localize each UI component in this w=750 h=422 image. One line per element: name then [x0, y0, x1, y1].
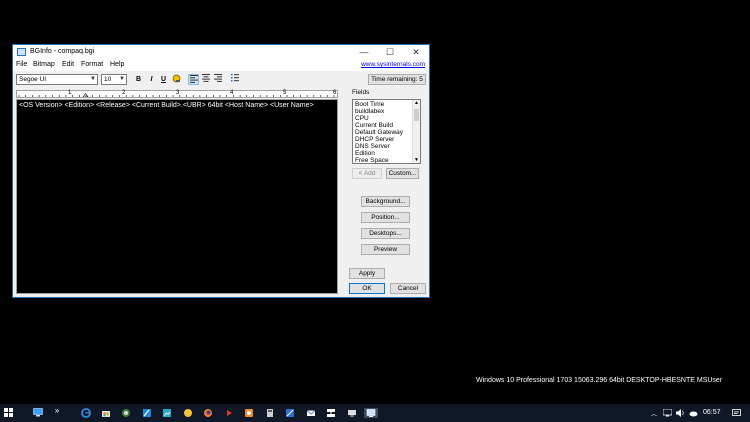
scroll-up-icon[interactable]: ▲ — [413, 100, 420, 106]
network-icon[interactable] — [662, 408, 673, 419]
font-select[interactable]: Segoe UI ▼ — [16, 74, 98, 85]
bullets-button[interactable] — [229, 74, 240, 85]
sysinternals-link[interactable]: www.sysinternals.com — [361, 61, 425, 68]
bullet-list-icon — [230, 74, 239, 82]
list-item[interactable]: Free Space — [355, 157, 389, 164]
firefox-icon[interactable] — [203, 408, 213, 418]
clock[interactable]: 06:57 — [703, 409, 721, 416]
format-toolbar: Segoe UI ▼ 10 ▼ B I U Time remaining: 5 — [13, 72, 429, 88]
mail-icon[interactable] — [306, 408, 316, 418]
fields-scrollbar[interactable]: ▲ ▼ — [412, 100, 420, 163]
network-tool-icon[interactable] — [326, 408, 336, 418]
editor-text[interactable]: <OS Version> <Edition> <Release> <Curren… — [19, 102, 314, 109]
list-item[interactable]: DHCP Server — [355, 136, 394, 143]
indent-marker-icon — [82, 92, 89, 97]
menu-bitmap[interactable]: Bitmap — [33, 61, 55, 68]
ok-button[interactable]: OK — [349, 283, 385, 294]
maximize-button[interactable]: ☐ — [377, 45, 403, 60]
window-title: BGInfo - compaq.bgi — [30, 48, 95, 55]
list-item[interactable]: Boot Time — [355, 101, 384, 108]
time-remaining-button[interactable]: Time remaining: 5 — [368, 74, 426, 85]
start-button[interactable] — [4, 408, 14, 418]
list-item[interactable]: Edition — [355, 150, 375, 157]
fields-list[interactable]: Boot Time buildlabex CPU Current Build D… — [352, 99, 421, 164]
ruler-mark: 4 — [230, 90, 234, 96]
title-bar[interactable]: BGInfo - compaq.bgi — ☐ ✕ — [13, 45, 429, 60]
align-center-icon — [201, 74, 210, 82]
fields-label: Fields — [352, 89, 370, 96]
toolbar-chevron-icon[interactable]: » — [52, 406, 62, 416]
list-item[interactable]: Default Gateway — [355, 129, 403, 136]
menu-format[interactable]: Format — [81, 61, 103, 68]
ruler-mark: 5 — [283, 90, 287, 96]
settings-app-icon[interactable] — [121, 408, 131, 418]
cancel-button[interactable]: Cancel — [390, 283, 426, 294]
photos-icon[interactable] — [162, 408, 172, 418]
volume-icon[interactable] — [676, 409, 685, 419]
action-center-icon[interactable] — [732, 409, 741, 419]
list-item[interactable]: buildlabex — [355, 108, 384, 115]
show-hidden-icons-icon[interactable]: ︿ — [651, 409, 657, 418]
add-field-button[interactable]: < Add — [352, 168, 382, 179]
bginfo-app-icon — [17, 48, 26, 56]
font-size-value: 10 — [104, 76, 112, 83]
chevron-down-icon: ▼ — [119, 76, 125, 82]
preview-button[interactable]: Preview — [361, 244, 410, 255]
maps-icon[interactable] — [142, 408, 152, 418]
minimize-button[interactable]: — — [351, 45, 377, 60]
ruler-mark: 3 — [176, 90, 180, 96]
scroll-down-icon[interactable]: ▼ — [413, 157, 420, 163]
bginfo-window: BGInfo - compaq.bgi — ☐ ✕ File Bitmap Ed… — [12, 44, 430, 298]
list-item[interactable]: DNS Server — [355, 143, 390, 150]
media-player-icon[interactable] — [224, 408, 234, 418]
menu-edit[interactable]: Edit — [62, 61, 74, 68]
insert-image-button[interactable] — [171, 74, 182, 85]
list-item[interactable]: Current Build — [355, 122, 393, 129]
position-button[interactable]: Position... — [361, 212, 410, 223]
template-editor[interactable]: <OS Version> <Edition> <Release> <Curren… — [16, 99, 338, 294]
underline-button[interactable]: U — [158, 74, 169, 85]
store-icon[interactable] — [101, 408, 111, 418]
close-button[interactable]: ✕ — [403, 45, 429, 60]
ruler-mark: 6 — [333, 90, 337, 96]
align-right-button[interactable] — [212, 74, 223, 85]
image-icon — [172, 74, 181, 83]
desktop-toolbar-icon[interactable] — [33, 408, 43, 418]
bold-button[interactable]: B — [133, 74, 144, 85]
apply-button[interactable]: Apply — [349, 268, 385, 279]
bginfo-taskbar-icon[interactable] — [364, 408, 378, 418]
edge-icon[interactable] — [81, 408, 91, 418]
calculator-icon[interactable] — [265, 408, 275, 418]
italic-button[interactable]: I — [146, 74, 157, 85]
onedrive-icon[interactable] — [689, 409, 698, 419]
explorer-app-icon[interactable] — [285, 408, 295, 418]
desktops-button[interactable]: Desktops... — [361, 228, 410, 239]
font-select-value: Segoe UI — [19, 76, 47, 83]
menu-bar: File Bitmap Edit Format Help www.sysinte… — [13, 60, 429, 71]
menu-file[interactable]: File — [16, 61, 27, 68]
custom-button[interactable]: Custom... — [386, 168, 419, 179]
desktop-system-info: Windows 10 Professional 1703 15063.296 6… — [476, 377, 723, 384]
sticky-notes-icon[interactable] — [183, 408, 193, 418]
align-center-button[interactable] — [200, 74, 211, 85]
font-size-select[interactable]: 10 ▼ — [101, 74, 127, 85]
background-button[interactable]: Background... — [361, 196, 410, 207]
ruler-mark: 1 — [68, 90, 72, 96]
scrollbar-thumb[interactable] — [414, 109, 419, 121]
align-right-icon — [213, 74, 222, 82]
align-left-button[interactable] — [188, 74, 199, 85]
ruler: 1 2 3 4 5 6 — [16, 90, 338, 98]
taskbar: » ︿ 06:57 — [0, 404, 750, 422]
align-left-icon — [189, 75, 198, 83]
chevron-down-icon: ▼ — [90, 76, 96, 82]
remote-desktop-icon[interactable] — [347, 408, 357, 418]
list-item[interactable]: CPU — [355, 115, 369, 122]
paint-app-icon[interactable] — [244, 408, 254, 418]
ruler-mark: 2 — [122, 90, 126, 96]
menu-help[interactable]: Help — [110, 61, 124, 68]
